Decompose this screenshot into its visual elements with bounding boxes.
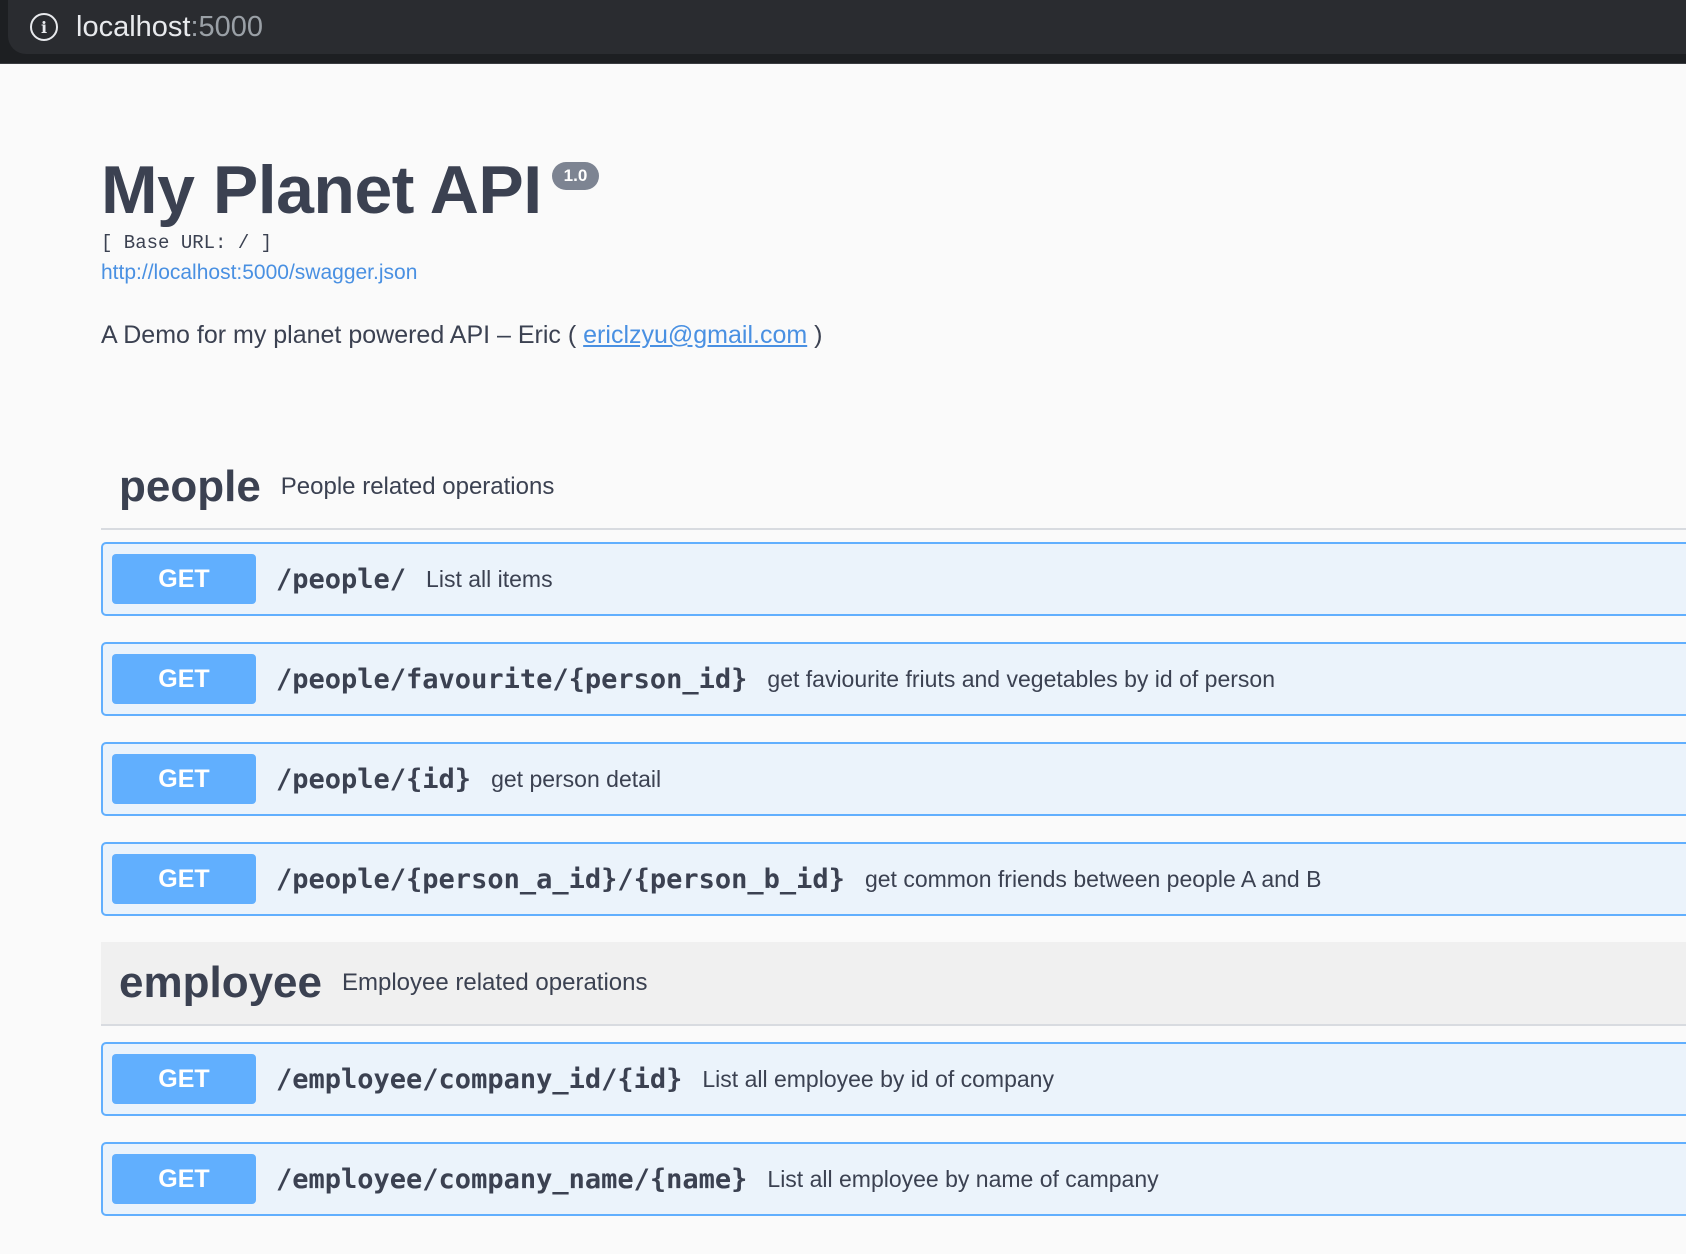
tag-description: Employee related operations — [341, 969, 648, 996]
tag-header-employee[interactable]: employee Employee related operations — [101, 942, 1686, 1026]
operation-summary: get faviourite friuts and vegetables by … — [767, 665, 1275, 692]
title-row: My Planet API 1.0 — [101, 150, 1601, 230]
description-suffix: ) — [807, 321, 823, 349]
operation-path: /employee/company_id/{id} — [276, 1063, 683, 1095]
api-description: A Demo for my planet powered API – Eric … — [101, 318, 1601, 352]
operation-get-employee-company-id[interactable]: GET /employee/company_id/{id} List all e… — [101, 1042, 1686, 1116]
address-bar[interactable]: i localhost:5000 — [8, 0, 1686, 54]
base-url: [ Base URL: / ] — [101, 232, 273, 254]
swagger-json-link[interactable]: http://localhost:5000/swagger.json — [101, 256, 1601, 290]
operation-get-people-common-friends[interactable]: GET /people/{person_a_id}/{person_b_id} … — [101, 842, 1686, 916]
operation-summary: List all employee by id of company — [702, 1065, 1054, 1092]
operation-get-people-id[interactable]: GET /people/{id} get person detail — [101, 742, 1686, 816]
method-badge: GET — [112, 854, 256, 904]
url-port: :5000 — [190, 10, 264, 43]
operation-summary: get person detail — [491, 765, 662, 792]
contact-email-link[interactable]: ericlzyu@gmail.com — [583, 321, 807, 349]
tag-name: employee — [119, 958, 322, 1007]
operation-summary: List all items — [426, 565, 553, 592]
operation-path: /people/ — [276, 563, 407, 595]
api-info: My Planet API 1.0 [ Base URL: / ] http:/… — [101, 150, 1601, 352]
browser-toolbar: i localhost:5000 — [0, 0, 1686, 64]
description-text: A Demo for my planet powered API – Eric … — [101, 321, 584, 349]
method-badge: GET — [112, 654, 256, 704]
tag-name: people — [119, 462, 261, 511]
operation-get-people[interactable]: GET /people/ List all items — [101, 542, 1686, 616]
operation-path: /people/{person_a_id}/{person_b_id} — [276, 863, 845, 895]
operation-path: /employee/company_name/{name} — [276, 1163, 748, 1195]
method-badge: GET — [112, 554, 256, 604]
tag-description: People related operations — [280, 473, 555, 500]
operation-get-employee-company-name[interactable]: GET /employee/company_name/{name} List a… — [101, 1142, 1686, 1216]
operation-summary: List all employee by name of campany — [767, 1165, 1159, 1192]
operation-get-people-favourite[interactable]: GET /people/favourite/{person_id} get fa… — [101, 642, 1686, 716]
operation-path: /people/favourite/{person_id} — [276, 663, 748, 695]
page-title: My Planet API — [101, 152, 542, 228]
tag-header-people[interactable]: people People related operations — [101, 446, 1686, 530]
operation-path: /people/{id} — [276, 763, 472, 795]
method-badge: GET — [112, 754, 256, 804]
url-host: localhost — [76, 10, 191, 43]
method-badge: GET — [112, 1054, 256, 1104]
operation-summary: get common friends between people A and … — [864, 865, 1322, 892]
method-badge: GET — [112, 1154, 256, 1204]
info-icon[interactable]: i — [30, 13, 58, 41]
version-badge: 1.0 — [551, 162, 600, 190]
